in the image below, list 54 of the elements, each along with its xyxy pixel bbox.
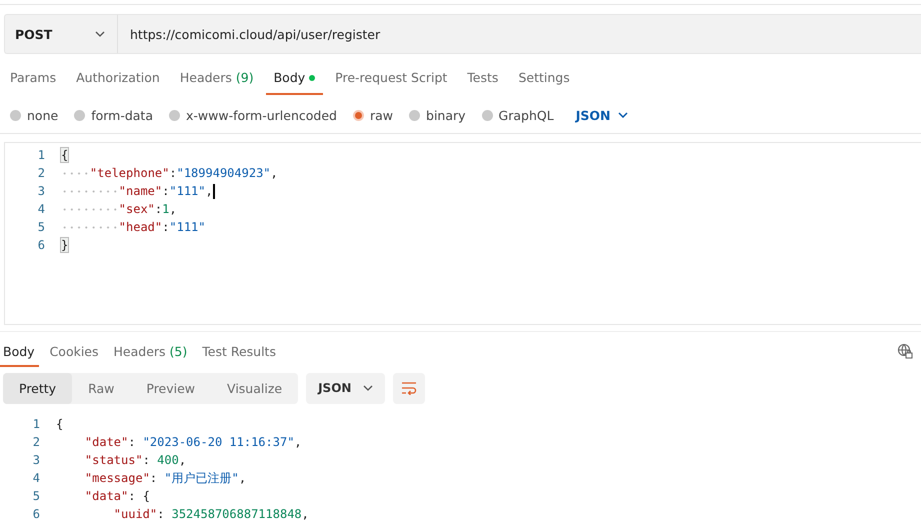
code-line: "head":"111": [118, 220, 206, 234]
request-tab[interactable]: Settings: [510, 58, 578, 95]
request-tab[interactable]: Tests: [459, 58, 506, 95]
body-type-radio[interactable]: none: [10, 108, 58, 122]
body-type-radio[interactable]: GraphQL: [482, 108, 554, 122]
wrap-lines-icon: [401, 381, 418, 395]
globe-lock-icon[interactable]: [897, 343, 913, 359]
line-number: 2: [32, 435, 41, 449]
request-tab[interactable]: Authorization: [68, 58, 168, 95]
body-type-radio[interactable]: raw: [352, 108, 394, 122]
code-line: "date": "2023-06-20 11:16:37",: [84, 435, 302, 449]
code-editor[interactable]: 1 { 2 "telephone":"18994904923", 3 "name":"111", 4 "sex":1, 5 "head":"111" 6 }: [4, 142, 921, 325]
response-tab[interactable]: Body: [0, 336, 39, 366]
body-type-radio[interactable]: binary: [409, 108, 466, 122]
request-tab[interactable]: Body: [266, 58, 324, 95]
line-number: 1: [32, 417, 41, 431]
view-mode-tab[interactable]: Preview: [130, 372, 212, 404]
view-mode-tab[interactable]: Raw: [72, 372, 130, 404]
request-tab[interactable]: Pre-request Script: [327, 58, 456, 95]
view-mode-tab[interactable]: Visualize: [211, 372, 298, 404]
body-type-radio[interactable]: x-www-form-urlencoded: [169, 108, 337, 122]
response-tab[interactable]: Headers (5): [110, 336, 192, 366]
line-number: 2: [36, 166, 46, 180]
view-mode-tab[interactable]: Pretty: [3, 372, 72, 404]
chevron-down-icon: [363, 385, 374, 391]
code-line: "sex":1,: [118, 202, 177, 216]
code-line: "message": "用户已注册",: [84, 470, 246, 486]
line-number: 3: [32, 453, 41, 467]
chevron-down-icon: [95, 31, 105, 37]
chevron-down-icon: [618, 112, 628, 118]
response-tab[interactable]: Test Results: [199, 336, 280, 366]
code-line: "telephone":"18994904923",: [90, 166, 278, 180]
line-number: 4: [36, 202, 46, 216]
line-number: 1: [36, 148, 46, 162]
line-number: 3: [36, 184, 46, 198]
line-number: 5: [36, 220, 46, 234]
url-field[interactable]: https://comicomi.cloud/api/user/register: [118, 14, 921, 54]
request-tab[interactable]: Params: [2, 58, 64, 95]
code-line: {: [56, 417, 64, 431]
format-dropdown[interactable]: JSON: [306, 372, 386, 404]
response-tab[interactable]: Cookies: [46, 336, 103, 366]
line-number: 6: [36, 238, 46, 252]
line-number: 4: [32, 471, 41, 485]
code-line: "uuid": 352458706887118848,: [114, 507, 309, 521]
wrap-lines-button[interactable]: [393, 372, 426, 404]
format-dropdown[interactable]: JSON: [570, 106, 634, 124]
code-line: "status": 400,: [84, 453, 186, 467]
body-type-radio[interactable]: form-data: [74, 108, 153, 122]
line-number: 6: [32, 507, 41, 521]
code-line: "name":"111",: [118, 184, 213, 198]
method-dropdown[interactable]: POST: [4, 14, 118, 54]
request-tab[interactable]: Headers (9): [172, 58, 262, 95]
code-line: "data": {: [84, 489, 150, 503]
line-number: 5: [32, 489, 41, 503]
